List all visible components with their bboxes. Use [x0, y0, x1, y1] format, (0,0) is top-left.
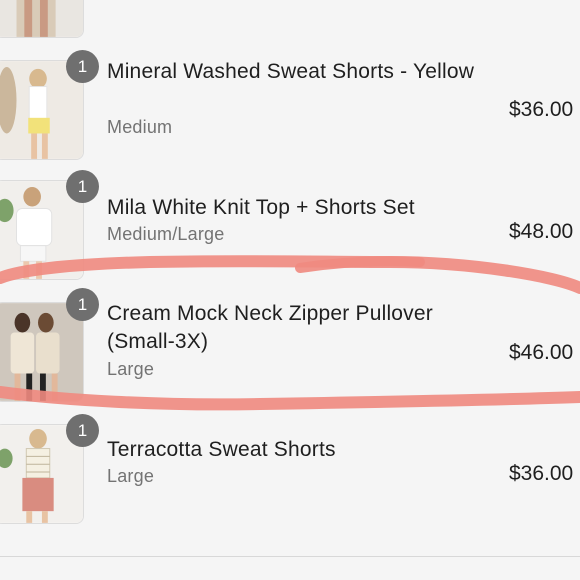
quantity-badge: 1 [66, 50, 99, 83]
product-price: $46.00 [509, 341, 574, 364]
product-variant: Medium/Large [107, 224, 225, 244]
product-title: Mineral Washed Sweat Shorts - Yellow [107, 60, 475, 83]
quantity-badge: 1 [66, 414, 99, 447]
product-title: Mila White Knit Top + Shorts Set [107, 196, 415, 219]
quantity-badge: 1 [66, 288, 99, 321]
list-divider [0, 556, 580, 557]
product-price: $36.00 [509, 98, 574, 121]
product-title: Terracotta Sweat Shorts [107, 438, 336, 461]
product-variant: Large [107, 466, 155, 486]
order-item-list: 1 Mineral Washed Sweat Shorts - Yellow M… [0, 0, 580, 580]
product-variant: Medium [107, 117, 173, 137]
product-title: Cream Mock Neck Zipper Pullover (Small-3… [107, 302, 433, 353]
quantity-badge: 1 [66, 170, 99, 203]
product-price: $48.00 [509, 220, 574, 243]
product-variant: Large [107, 359, 155, 379]
product-thumbnail [0, 0, 84, 38]
product-price: $36.00 [509, 462, 574, 485]
